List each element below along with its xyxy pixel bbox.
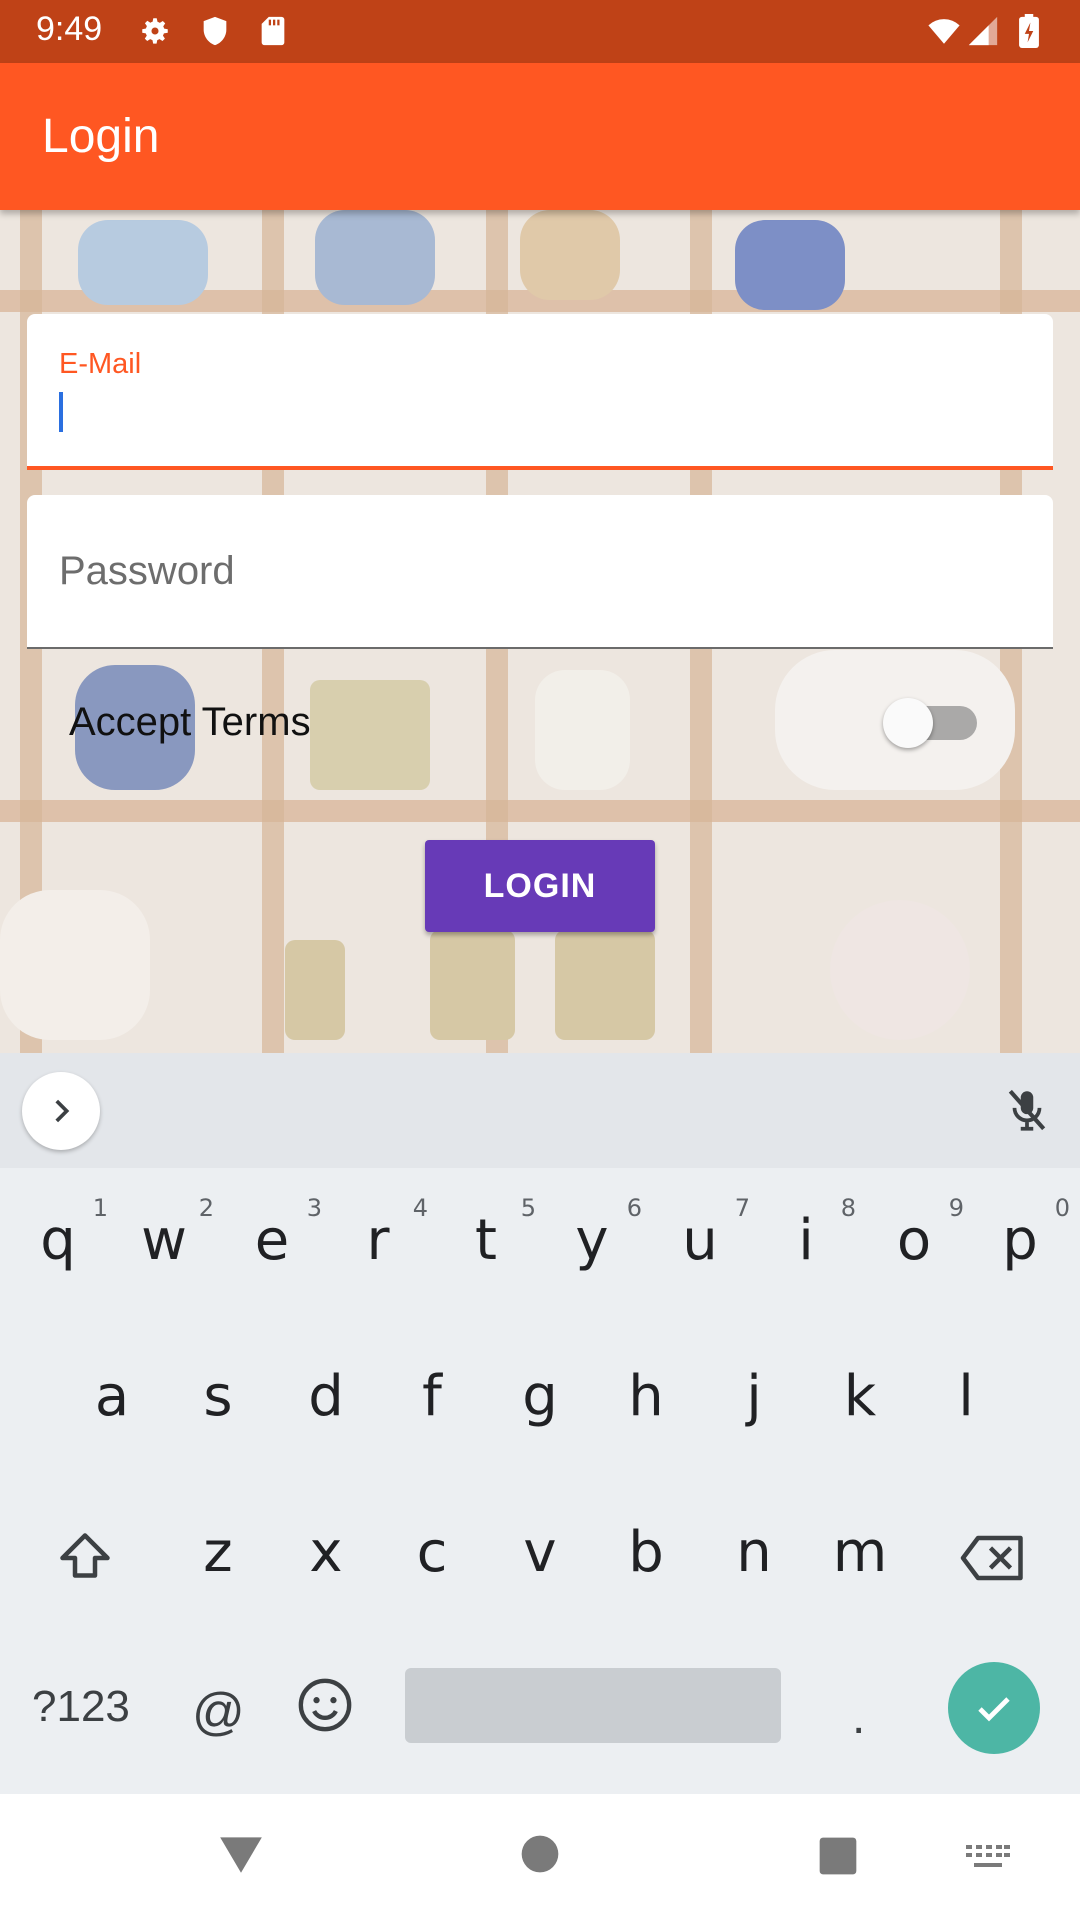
key-a[interactable]: a <box>62 1364 162 1429</box>
key-label: u <box>682 1208 718 1273</box>
symbols-key[interactable]: ?123 <box>32 1682 130 1732</box>
shift-icon[interactable] <box>52 1528 118 1588</box>
home-icon[interactable] <box>520 1834 560 1874</box>
key-label: p <box>1002 1208 1038 1273</box>
password-placeholder: Password <box>59 549 235 593</box>
key-g[interactable]: g <box>490 1364 590 1429</box>
emoji-icon[interactable] <box>296 1676 354 1734</box>
key-p[interactable]: p0 <box>970 1194 1070 1273</box>
key-label: y <box>575 1208 609 1273</box>
backspace-icon[interactable] <box>958 1528 1028 1588</box>
key-hint: 2 <box>198 1194 214 1222</box>
key-hint: 0 <box>1054 1194 1070 1222</box>
key-z[interactable]: z <box>168 1520 268 1585</box>
key-y[interactable]: y6 <box>542 1194 642 1273</box>
accept-terms-label: Accept Terms <box>69 700 311 744</box>
key-label: t <box>475 1208 497 1273</box>
signal-icon <box>968 16 998 46</box>
key-hint: 4 <box>412 1194 428 1222</box>
key-label: w <box>141 1208 187 1273</box>
key-w[interactable]: w2 <box>114 1194 214 1273</box>
key-s[interactable]: s <box>168 1364 268 1429</box>
key-d[interactable]: d <box>276 1364 376 1429</box>
email-label: E-Mail <box>59 348 142 380</box>
keyboard-toolbar <box>0 1053 1080 1168</box>
password-field[interactable]: Password <box>27 495 1053 649</box>
shield-icon <box>203 16 227 46</box>
page-title: Login <box>42 110 160 163</box>
key-f[interactable]: f <box>382 1364 482 1429</box>
key-hint: 3 <box>306 1194 322 1222</box>
text-caret <box>59 392 63 432</box>
sd-card-icon <box>261 16 285 46</box>
key-hint: 9 <box>948 1194 964 1222</box>
key-h[interactable]: h <box>596 1364 696 1429</box>
key-o[interactable]: o9 <box>864 1194 964 1273</box>
key-hint: 7 <box>734 1194 750 1222</box>
key-hint: 5 <box>520 1194 536 1222</box>
check-icon <box>978 1697 1010 1722</box>
key-t[interactable]: t5 <box>436 1194 536 1273</box>
email-field[interactable]: E-Mail <box>27 314 1053 470</box>
key-hint: 6 <box>626 1194 642 1222</box>
spacebar[interactable] <box>405 1668 781 1743</box>
key-l[interactable]: l <box>916 1364 1016 1429</box>
key-c[interactable]: c <box>382 1520 482 1585</box>
key-r[interactable]: r4 <box>328 1194 428 1273</box>
key-label: i <box>798 1208 814 1273</box>
back-icon[interactable] <box>216 1832 266 1876</box>
key-n[interactable]: n <box>704 1520 804 1585</box>
mic-off-icon[interactable] <box>1002 1085 1052 1135</box>
recents-icon[interactable] <box>818 1836 858 1876</box>
navigation-bar <box>0 1794 1080 1920</box>
key-label: q <box>40 1208 76 1273</box>
chevron-right-icon[interactable] <box>22 1072 100 1150</box>
key-hint: 8 <box>840 1194 856 1222</box>
status-bar: 9:49 <box>0 0 1080 63</box>
key-b[interactable]: b <box>596 1520 696 1585</box>
at-key[interactable]: @ <box>192 1682 245 1742</box>
app-bar: Login <box>0 63 1080 210</box>
key-k[interactable]: k <box>810 1364 910 1429</box>
gear-icon <box>142 18 168 44</box>
enter-key[interactable] <box>948 1662 1040 1754</box>
accept-terms-switch-thumb[interactable] <box>883 698 933 748</box>
period-key[interactable]: . <box>852 1690 865 1745</box>
key-i[interactable]: i8 <box>756 1194 856 1273</box>
battery-icon <box>1019 14 1039 48</box>
wifi-icon <box>928 19 960 44</box>
login-button[interactable]: LOGIN <box>425 840 655 932</box>
status-time: 9:49 <box>36 10 103 48</box>
key-x[interactable]: x <box>276 1520 376 1585</box>
key-m[interactable]: m <box>810 1520 910 1585</box>
key-label: r <box>366 1208 390 1273</box>
key-label: e <box>254 1208 290 1273</box>
key-j[interactable]: j <box>704 1364 804 1429</box>
key-label: o <box>896 1208 932 1273</box>
key-hint: 1 <box>92 1194 108 1222</box>
key-u[interactable]: u7 <box>650 1194 750 1273</box>
key-v[interactable]: v <box>490 1520 590 1585</box>
keyboard-switch-icon[interactable] <box>966 1844 1010 1870</box>
key-q[interactable]: q1 <box>8 1194 108 1273</box>
key-e[interactable]: e3 <box>222 1194 322 1273</box>
